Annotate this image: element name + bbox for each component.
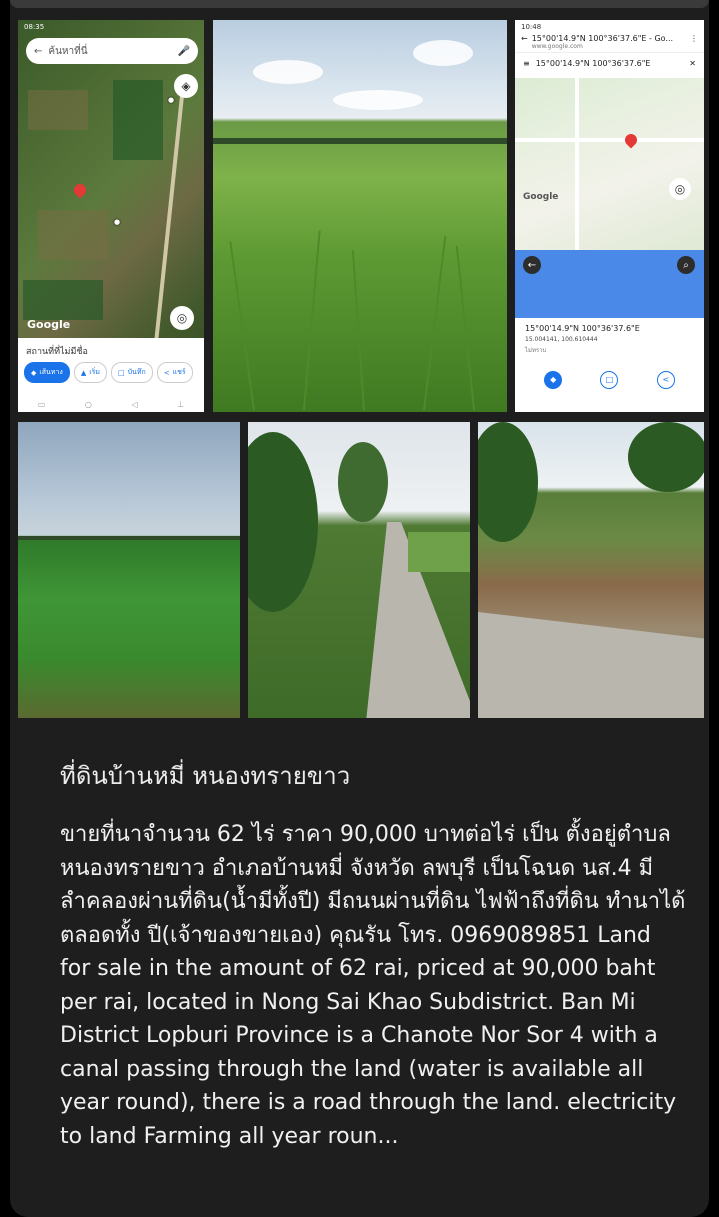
url-domain: www.google.com [531, 43, 583, 50]
post-title: ที่ดินบ้านหมี่ หนองทรายขาว [60, 762, 351, 790]
back-arrow-icon[interactable]: ← [523, 256, 541, 274]
navigate-icon: ▲ [80, 368, 87, 377]
rice-stalk [351, 250, 365, 411]
share-icon: < [163, 368, 170, 377]
map-place-dot: ● [168, 96, 175, 104]
rice-stalk [303, 230, 321, 411]
tree [478, 422, 538, 542]
browser-header: ← 15°00'14.9"N 100°36'37.6"E - Go... www… [515, 32, 704, 78]
back-arrow-icon[interactable]: ← [521, 34, 528, 50]
nav-recent-icon[interactable]: ▭ [38, 400, 46, 409]
nav-home-icon[interactable]: ○ [85, 400, 92, 409]
share-icon[interactable]: < [656, 371, 675, 389]
satellite-field [23, 280, 103, 320]
photo-green-field[interactable] [18, 422, 240, 718]
android-nav-bar: ▭ ○ ◁ ⊥ [18, 396, 204, 412]
map-road [515, 138, 704, 142]
status-time: 10:48 [521, 23, 542, 31]
rice-stalk [455, 245, 475, 411]
more-menu-icon[interactable]: ⋮ [690, 34, 698, 50]
tree-line [18, 536, 240, 540]
cloud [253, 60, 323, 84]
save-button[interactable]: □ บันทึก [110, 362, 153, 383]
chip-label: เส้นทาง [39, 368, 63, 376]
directions-icon[interactable]: ◆ [544, 371, 563, 389]
photo-grid: 08:35 ← ค้นหาที่นี่ 🎤 ◈ ● ● Google ◎ สถา… [18, 20, 704, 718]
map-view[interactable]: Google ◎ [515, 78, 704, 250]
my-location-icon[interactable]: ◎ [170, 306, 194, 330]
map-road [575, 78, 579, 250]
map-place-dot: ● [114, 218, 121, 226]
street-view-preview[interactable]: ← ⌕ [515, 250, 704, 318]
place-bottom-sheet: สถานที่ที่ไม่มีชื่อ ◆ เส้นทาง ▲ เริ่ม □ บัน… [18, 338, 204, 412]
tree [338, 442, 388, 522]
search-icon[interactable]: ⌕ [677, 256, 695, 274]
photo-rice-field[interactable] [213, 20, 507, 412]
map-search-bar[interactable]: ← ค้นหาที่นี่ 🎤 [26, 38, 198, 64]
coordinates-dms: 15°00'14.9"N 100°36'37.6"E [525, 324, 640, 333]
card-top-edge [10, 0, 709, 8]
share-button[interactable]: < แชร์ [156, 362, 193, 383]
directions-icon: ◆ [31, 368, 37, 377]
location-pin-icon[interactable] [71, 181, 89, 199]
cloud [413, 40, 473, 66]
photo-road-field[interactable] [478, 422, 704, 718]
nav-back-icon[interactable]: ◁ [131, 400, 137, 409]
chip-label: แชร์ [172, 368, 186, 376]
bookmark-icon[interactable]: □ [600, 371, 619, 389]
place-actions: ◆ เส้นทาง ▲ เริ่ม □ บันทึก < แชร์ [18, 362, 204, 383]
start-button[interactable]: ▲ เริ่ม [73, 362, 107, 383]
menu-icon[interactable]: ≡ [523, 59, 530, 68]
place-hint: ไม่ทราบ [525, 347, 547, 354]
directions-button[interactable]: ◆ เส้นทาง [24, 362, 70, 383]
post-body: ขายที่นาจำนวน 62 ไร่ ราคา 90,000 บาทต่อไ… [60, 822, 686, 1149]
layers-icon[interactable]: ◈ [174, 74, 198, 98]
url-title: 15°00'14.9"N 100°36'37.6"E - Go... [531, 34, 674, 43]
maps-query-bar[interactable]: ≡ 15°00'14.9"N 100°36'37.6"E ✕ [515, 52, 704, 74]
rice-stalk [423, 236, 447, 411]
satellite-field [38, 210, 108, 260]
chip-label: เริ่ม [89, 368, 100, 376]
location-pin-icon[interactable] [622, 131, 640, 149]
my-location-icon[interactable]: ◎ [669, 178, 691, 200]
rice-stalk [229, 241, 255, 411]
tree [628, 422, 704, 492]
search-placeholder: ค้นหาที่นี่ [48, 45, 88, 57]
photo-map-coordinates[interactable]: 10:48 ← 15°00'14.9"N 100°36'37.6"E - Go.… [515, 20, 704, 412]
tree-line [213, 138, 507, 144]
back-arrow-icon[interactable]: ← [34, 46, 42, 57]
post-card: 08:35 ← ค้นหาที่นี่ 🎤 ◈ ● ● Google ◎ สถา… [10, 0, 709, 1217]
photo-map-satellite[interactable]: 08:35 ← ค้นหาที่นี่ 🎤 ◈ ● ● Google ◎ สถา… [18, 20, 204, 412]
photo-concrete-road-canal[interactable] [248, 422, 470, 718]
google-logo: Google [523, 192, 559, 202]
coordinates-decimal: 15.004141, 100.610444 [525, 336, 598, 343]
place-title: สถานที่ที่ไม่มีชื่อ [26, 347, 88, 357]
bookmark-icon: □ [117, 368, 125, 377]
nav-extra-icon[interactable]: ⊥ [177, 400, 184, 409]
status-bar: 08:35 [18, 20, 204, 34]
concrete-road [478, 612, 704, 718]
close-icon[interactable]: ✕ [689, 59, 696, 68]
status-time: 08:35 [24, 23, 45, 31]
coordinate-info: 15°00'14.9"N 100°36'37.6"E 15.004141, 10… [515, 318, 704, 412]
coordinate-actions: ◆ □ < [525, 371, 694, 389]
chip-label: บันทึก [127, 368, 146, 376]
rice-paddy [408, 532, 470, 572]
google-logo: Google [27, 318, 71, 331]
tree [248, 432, 318, 612]
query-text: 15°00'14.9"N 100°36'37.6"E [535, 59, 651, 68]
satellite-field [113, 80, 163, 160]
mic-icon[interactable]: 🎤 [178, 46, 190, 57]
cloud [333, 90, 423, 110]
satellite-field [28, 90, 88, 130]
url-block[interactable]: 15°00'14.9"N 100°36'37.6"E - Go... www.g… [532, 34, 686, 50]
url-row: ← 15°00'14.9"N 100°36'37.6"E - Go... www… [515, 32, 704, 52]
